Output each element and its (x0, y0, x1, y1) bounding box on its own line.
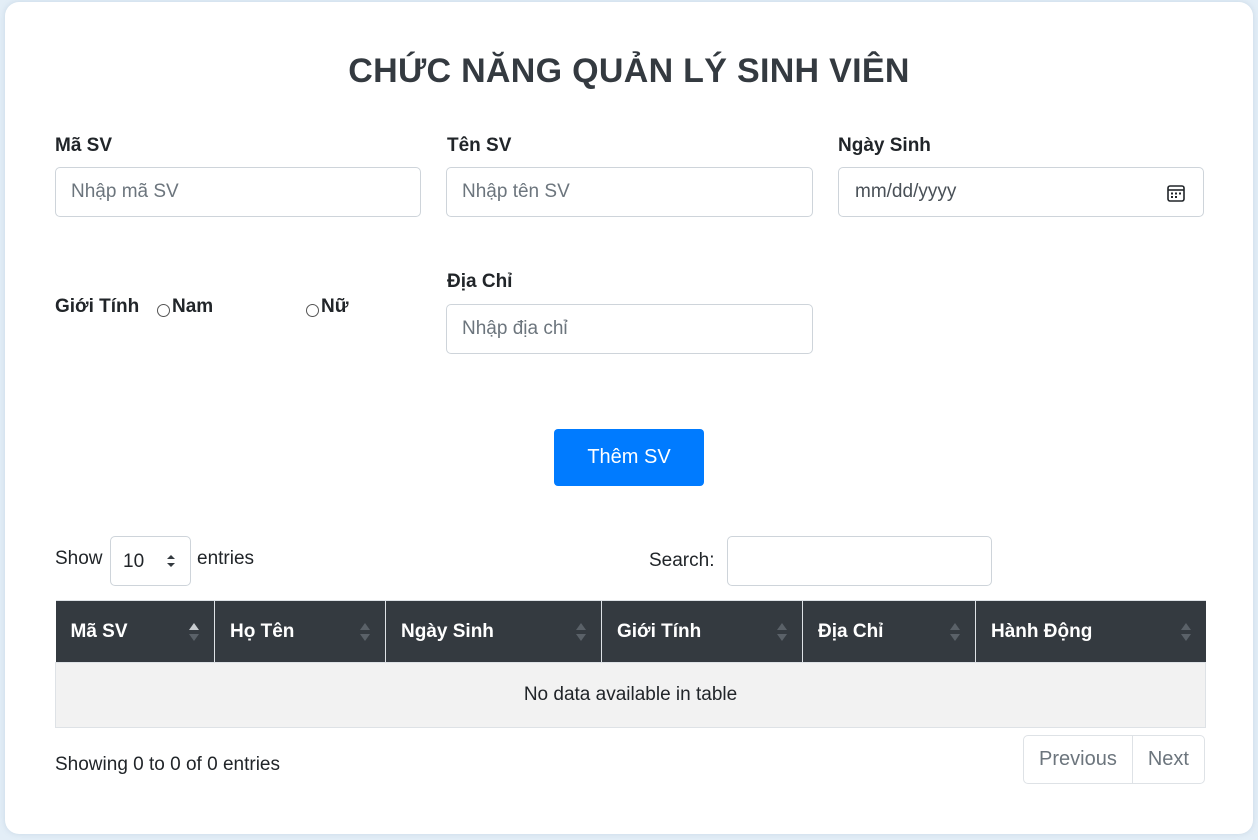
column-header-ma-sv[interactable]: Mã SV (55, 600, 215, 663)
ten-sv-input[interactable] (446, 167, 813, 217)
column-header-label: Ngày Sinh (401, 620, 494, 642)
previous-page-button[interactable]: Previous (1024, 736, 1132, 783)
ngay-sinh-input[interactable]: mm/dd/yyyy (838, 167, 1204, 217)
column-header-gioi-tinh[interactable]: Giới Tính (601, 600, 803, 663)
sort-icon (950, 623, 960, 641)
sort-icon (576, 623, 586, 641)
add-student-button[interactable]: Thêm SV (554, 429, 704, 486)
dia-chi-input[interactable] (446, 304, 813, 354)
table-search-input[interactable] (727, 536, 992, 586)
dia-chi-label: Địa Chỉ (447, 271, 513, 292)
next-page-button[interactable]: Next (1131, 736, 1204, 783)
column-header-label: Họ Tên (230, 620, 295, 642)
pagination: Previous Next (1023, 735, 1205, 784)
select-arrows-icon (167, 555, 175, 567)
gioi-tinh-label: Giới Tính (55, 296, 140, 317)
ten-sv-label: Tên SV (447, 135, 512, 156)
empty-table-message: No data available in table (55, 662, 1206, 728)
show-label: Show (55, 548, 103, 569)
ma-sv-input[interactable] (55, 167, 421, 217)
radio-nam[interactable] (157, 304, 170, 317)
entries-label: entries (197, 548, 255, 569)
search-label: Search: (649, 550, 715, 571)
ma-sv-label: Mã SV (55, 135, 113, 156)
calendar-icon[interactable] (1166, 183, 1186, 203)
column-header-dia-chi[interactable]: Địa Chỉ (802, 600, 976, 663)
column-header-label: Giới Tính (617, 620, 702, 642)
page-length-select[interactable]: 10 (110, 536, 191, 586)
sort-asc-icon (189, 623, 199, 641)
radio-nam-label: Nam (172, 296, 214, 317)
radio-nu[interactable] (306, 304, 319, 317)
column-header-label: Hành Động (991, 620, 1093, 642)
ngay-sinh-label: Ngày Sinh (838, 135, 931, 156)
students-table: Mã SV Họ Tên Ngày Sinh Giới Tính Địa Chỉ… (55, 600, 1206, 728)
sort-icon (360, 623, 370, 641)
column-header-ngay-sinh[interactable]: Ngày Sinh (385, 600, 602, 663)
column-header-label: Địa Chỉ (818, 620, 884, 642)
table-info: Showing 0 to 0 of 0 entries (55, 754, 280, 775)
column-header-hanh-dong[interactable]: Hành Động (975, 600, 1206, 663)
page-title: CHỨC NĂNG QUẢN LÝ SINH VIÊN (348, 52, 910, 90)
column-header-label: Mã SV (70, 620, 128, 642)
sort-icon (1180, 623, 1191, 641)
sort-icon (777, 623, 787, 641)
page-length-value: 10 (123, 551, 145, 572)
date-value: mm/dd/yyyy (855, 181, 957, 202)
column-header-ho-ten[interactable]: Họ Tên (214, 600, 386, 663)
table-header-row: Mã SV Họ Tên Ngày Sinh Giới Tính Địa Chỉ… (55, 600, 1206, 663)
radio-nu-label: Nữ (321, 296, 349, 317)
table-row: No data available in table (55, 662, 1206, 728)
